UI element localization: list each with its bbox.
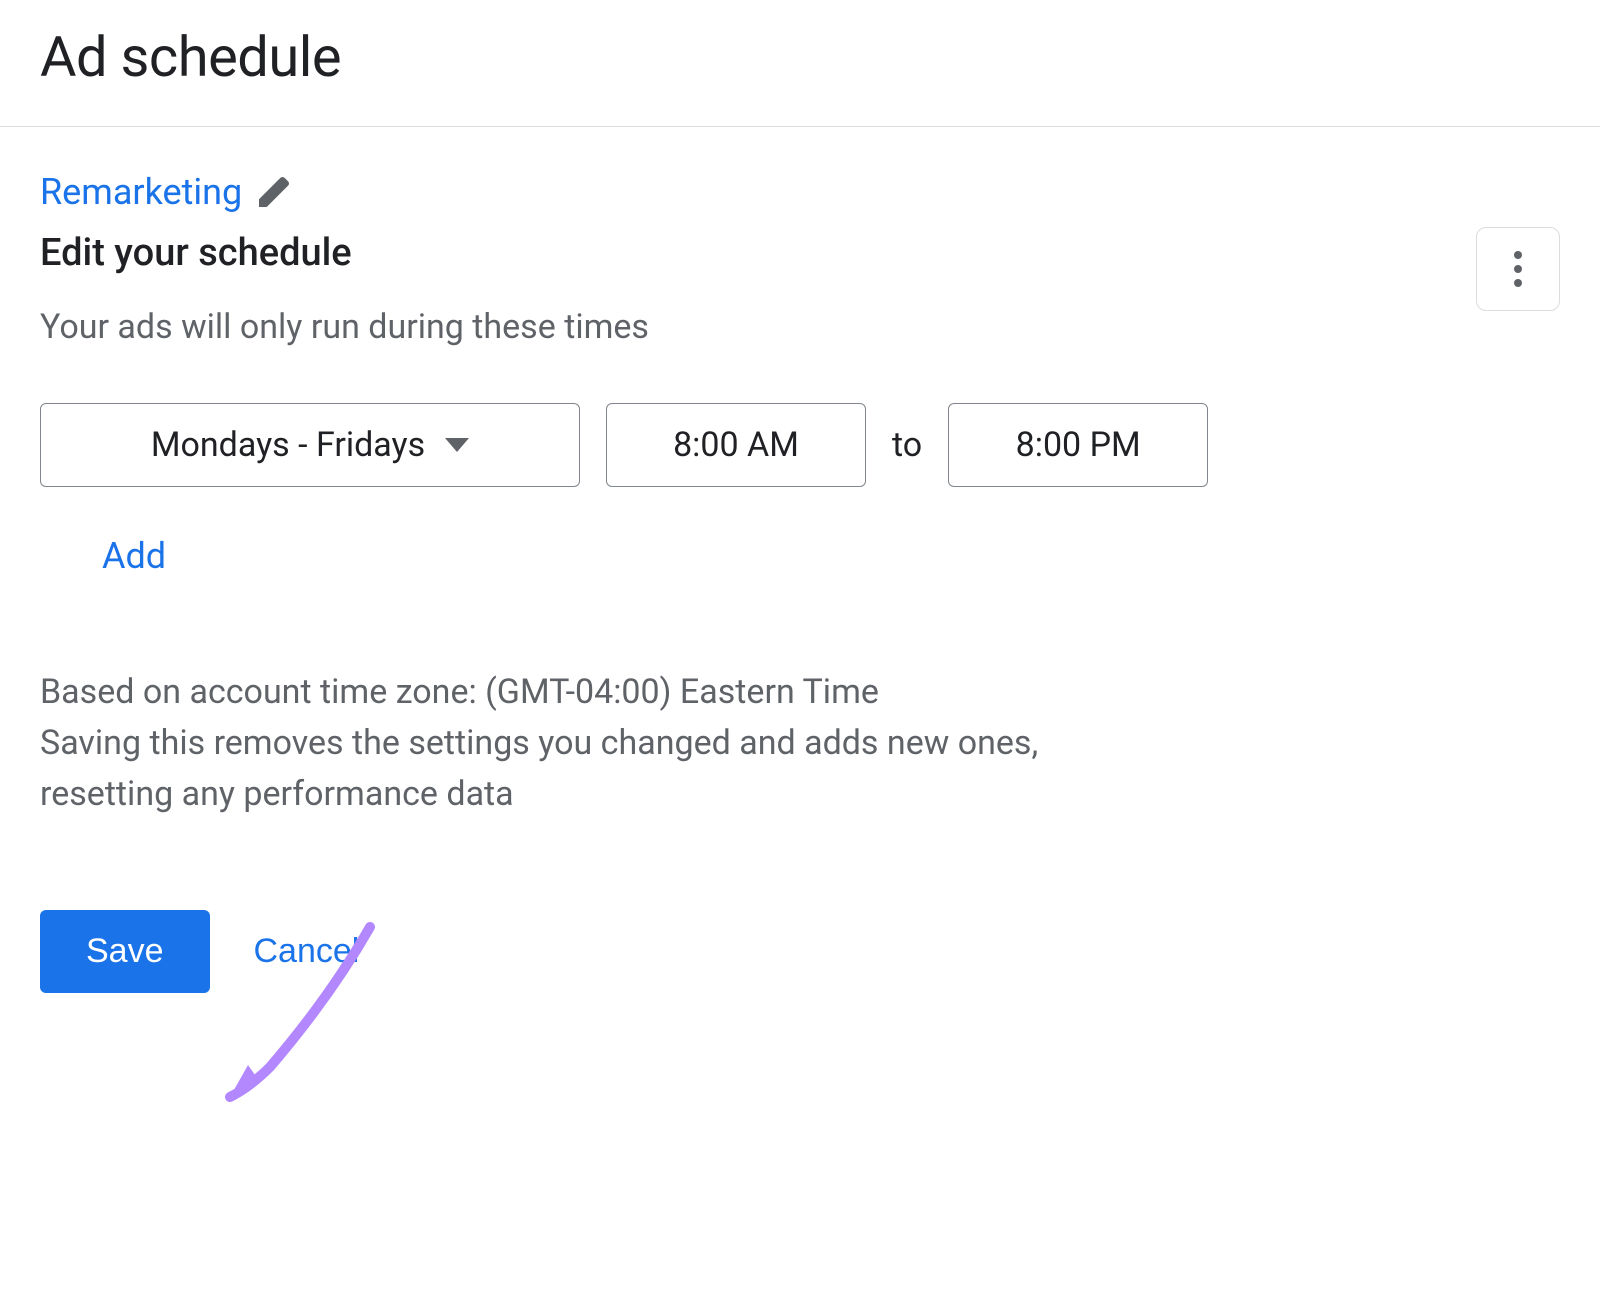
pencil-icon[interactable] [256,174,292,210]
end-time-value: 8:00 PM [1016,425,1141,465]
end-time-input[interactable]: 8:00 PM [948,403,1208,487]
save-button[interactable]: Save [40,910,210,993]
cancel-button[interactable]: Cancel [254,932,360,971]
edit-description: Your ads will only run during these time… [40,307,1476,347]
schedule-row: Mondays - Fridays 8:00 AM to 8:00 PM [40,403,1560,487]
more-vertical-icon [1514,251,1522,287]
page-title: Ad schedule [0,0,1600,126]
content-area: Remarketing Edit your schedule Your ads … [0,127,1600,1033]
start-time-value: 8:00 AM [673,425,799,465]
days-select-value: Mondays - Fridays [151,425,425,465]
more-options-button[interactable] [1476,227,1560,311]
left-block: Remarketing Edit your schedule Your ads … [40,171,1476,347]
to-label: to [892,425,922,465]
campaign-row: Remarketing [40,171,1476,213]
warning-info: Saving this removes the settings you cha… [40,718,1100,820]
chevron-down-icon [445,438,469,452]
timezone-info: Based on account time zone: (GMT-04:00) … [40,667,1100,718]
button-row: Save Cancel [40,910,1560,993]
days-select[interactable]: Mondays - Fridays [40,403,580,487]
top-row: Remarketing Edit your schedule Your ads … [40,171,1560,347]
add-schedule-button[interactable]: Add [102,535,166,577]
start-time-input[interactable]: 8:00 AM [606,403,866,487]
edit-subheading: Edit your schedule [40,231,1476,275]
campaign-link[interactable]: Remarketing [40,171,242,213]
